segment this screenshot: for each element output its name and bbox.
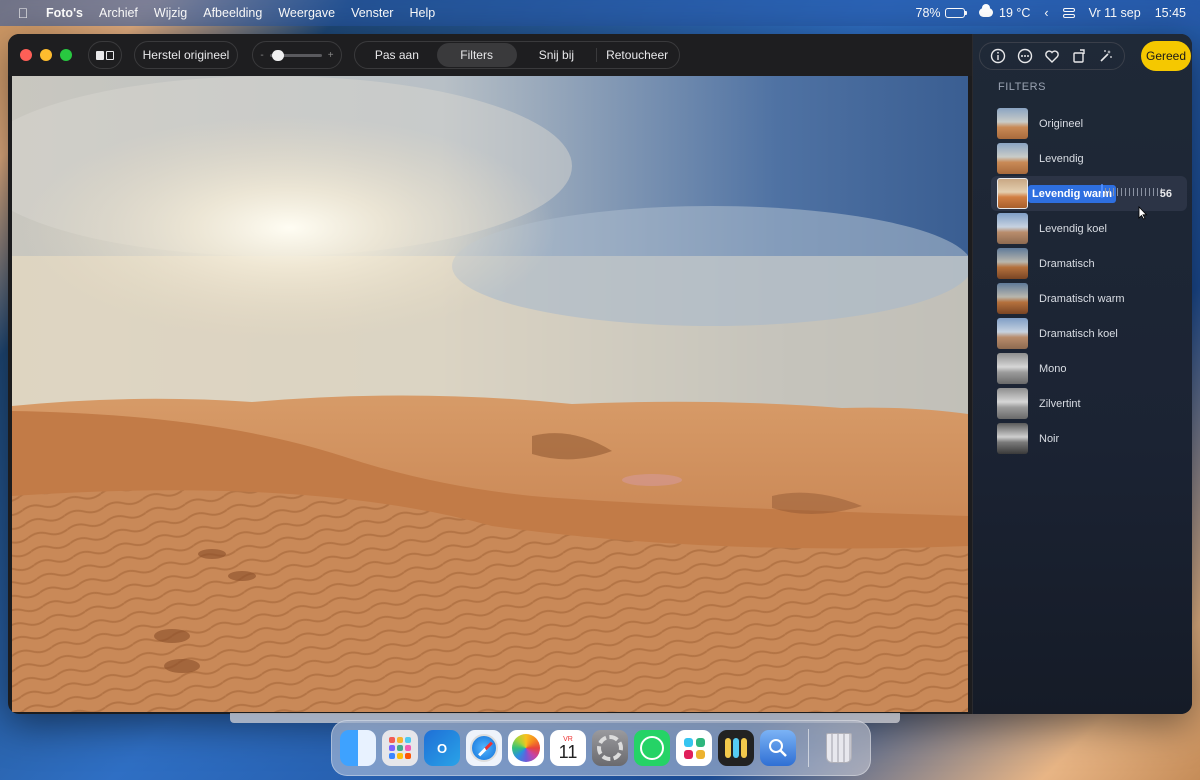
filter-list: Origineel Levendig Levendig warm 56 Leve…	[991, 106, 1187, 456]
system-settings-icon[interactable]	[592, 730, 628, 766]
zoom-out-label: -	[260, 49, 264, 61]
apple-menu-icon[interactable]: 	[8, 5, 38, 21]
filter-intensity-slider[interactable]: Levendig warm 56	[1028, 182, 1180, 220]
zoom-slider-knob[interactable]	[271, 49, 284, 61]
filter-thumbnail	[997, 143, 1028, 174]
editor-toolbar: Herstel origineel - + Pas aan Filters Sn…	[8, 34, 972, 76]
filter-thumbnail	[997, 178, 1028, 209]
launchpad-icon[interactable]	[382, 730, 418, 766]
filter-levendig-warm[interactable]: Levendig warm 56	[991, 176, 1187, 220]
slack-icon[interactable]	[676, 730, 712, 766]
zoom-slider[interactable]: - +	[252, 41, 342, 69]
adjust-tool-group	[979, 42, 1125, 70]
revert-original-button[interactable]: Herstel origineel	[134, 41, 238, 69]
filter-thumbnail	[997, 108, 1028, 139]
outlook-icon[interactable]: O	[424, 730, 460, 766]
filter-label: Dramatisch	[1039, 257, 1095, 270]
filter-label: Dramatisch koel	[1039, 327, 1118, 340]
filter-label: Levendig koel	[1039, 222, 1107, 235]
filter-dramatisch[interactable]: Dramatisch	[991, 246, 1187, 281]
filter-label: Zilvertint	[1039, 397, 1081, 410]
keychain-icon[interactable]	[718, 730, 754, 766]
more-icon[interactable]	[1014, 45, 1036, 67]
filter-label: Levendig	[1039, 152, 1084, 165]
sidebar-toolbar: Gereed	[973, 41, 1192, 71]
filter-label: Dramatisch warm	[1039, 292, 1125, 305]
menu-app-name[interactable]: Foto's	[38, 6, 91, 20]
filter-thumbnail	[997, 423, 1028, 454]
menu-bar:  Foto's Archief Wijzig Afbeelding Weerg…	[0, 0, 1200, 26]
minimize-window-button[interactable]	[40, 49, 52, 61]
photos-editor-window: Herstel origineel - + Pas aan Filters Sn…	[8, 34, 1192, 714]
preview-icon[interactable]	[760, 730, 796, 766]
filter-thumbnail	[997, 388, 1028, 419]
split-view-icon	[96, 50, 114, 60]
battery-status[interactable]: 78%	[915, 6, 967, 20]
info-icon[interactable]	[987, 45, 1009, 67]
filter-thumbnail	[997, 283, 1028, 314]
filter-dramatisch-koel[interactable]: Dramatisch koel	[991, 316, 1187, 351]
zoom-in-label: +	[327, 49, 334, 61]
edit-mode-tabs: Pas aan Filters Snij bij Retoucheer	[354, 41, 680, 69]
filter-levendig[interactable]: Levendig	[991, 141, 1187, 176]
filter-label: Mono	[1039, 362, 1067, 375]
dock-separator	[808, 729, 809, 767]
cloud-icon	[978, 4, 993, 17]
calendar-date: 11	[558, 741, 578, 762]
menu-help[interactable]: Help	[401, 6, 443, 20]
weather-status[interactable]: 19 °C	[978, 4, 1031, 20]
trash-icon[interactable]	[821, 730, 857, 766]
filter-dramatisch-warm[interactable]: Dramatisch warm	[991, 281, 1187, 316]
filter-label: Noir	[1039, 432, 1060, 445]
tab-retoucheer[interactable]: Retoucheer	[597, 43, 677, 67]
battery-percentage: 78%	[915, 6, 941, 20]
intensity-value: 56	[1159, 187, 1172, 200]
safari-icon[interactable]	[466, 730, 502, 766]
calendar-icon[interactable]: VR 11	[550, 730, 586, 766]
favorite-icon[interactable]	[1041, 45, 1063, 67]
done-button[interactable]: Gereed	[1141, 41, 1191, 71]
fullscreen-window-button[interactable]	[60, 49, 72, 61]
filter-thumbnail	[997, 353, 1028, 384]
filter-mono[interactable]: Mono	[991, 351, 1187, 386]
filter-levendig-koel[interactable]: Levendig koel	[991, 211, 1187, 246]
filters-heading: FILTERS	[998, 81, 1046, 93]
filter-origineel[interactable]: Origineel	[991, 106, 1187, 141]
dock: O VR 11	[331, 720, 871, 776]
photo-canvas[interactable]	[12, 76, 968, 712]
compare-button[interactable]	[88, 41, 122, 69]
menu-time[interactable]: 15:45	[1155, 6, 1186, 20]
finder-icon[interactable]	[340, 730, 376, 766]
filter-thumbnail	[997, 248, 1028, 279]
whatsapp-icon[interactable]	[634, 730, 670, 766]
battery-icon	[944, 8, 967, 18]
filter-label: Origineel	[1039, 117, 1084, 130]
weather-temperature: 19 °C	[999, 6, 1031, 20]
tab-snij-bij[interactable]: Snij bij	[517, 43, 597, 67]
photos-icon[interactable]	[508, 730, 544, 766]
auto-enhance-icon[interactable]	[1095, 45, 1117, 67]
control-center-icon[interactable]	[1062, 8, 1075, 18]
menu-weergave[interactable]: Weergave	[270, 6, 343, 20]
menu-archief[interactable]: Archief	[91, 6, 146, 20]
chevron-left-icon[interactable]: ‹	[1044, 6, 1048, 20]
rotate-icon[interactable]	[1068, 45, 1090, 67]
tab-pas-aan[interactable]: Pas aan	[357, 43, 437, 67]
intensity-marker[interactable]	[1101, 184, 1103, 198]
menu-venster[interactable]: Venster	[343, 6, 401, 20]
menu-date[interactable]: Vr 11 sep	[1089, 6, 1141, 20]
tab-filters[interactable]: Filters	[436, 43, 517, 67]
desert-photo	[12, 76, 968, 712]
zoom-slider-track[interactable]	[269, 49, 322, 61]
menu-afbeelding[interactable]: Afbeelding	[195, 6, 270, 20]
filter-zilvertint[interactable]: Zilvertint	[991, 386, 1187, 421]
filter-thumbnail	[997, 318, 1028, 349]
filter-thumbnail	[997, 213, 1028, 244]
filters-sidebar: Gereed FILTERS Origineel Levendig Levend…	[972, 34, 1192, 714]
menu-wijzig[interactable]: Wijzig	[146, 6, 195, 20]
close-window-button[interactable]	[20, 49, 32, 61]
window-controls	[20, 49, 72, 61]
filter-noir[interactable]: Noir	[991, 421, 1187, 456]
intensity-ticks	[1105, 188, 1163, 196]
